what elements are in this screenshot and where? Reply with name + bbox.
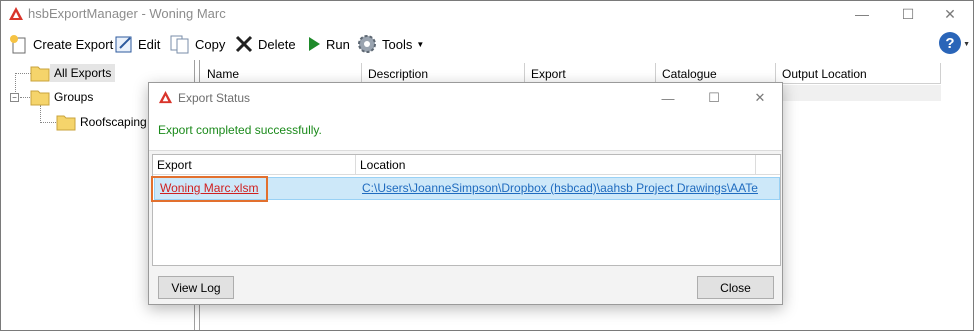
- main-window: hsbExportManager - Woning Marc — ☐ ✕ Cre…: [0, 0, 974, 331]
- delete-icon: [235, 35, 253, 53]
- edit-label: Edit: [138, 36, 161, 52]
- column-header-export[interactable]: Export: [525, 63, 656, 84]
- app-logo-icon: [9, 7, 23, 20]
- export-results-list: Export Location Woning Marc.xlsm C:\User…: [152, 154, 781, 266]
- tree-connector: [40, 105, 41, 123]
- tree-connector: [40, 122, 56, 123]
- copy-icon: [170, 35, 189, 54]
- run-label: Run: [326, 36, 350, 52]
- copy-label: Copy: [195, 36, 226, 52]
- export-status-dialog: Export Status — ☐ ✕ Export completed suc…: [148, 82, 783, 305]
- close-button[interactable]: Close: [697, 276, 774, 299]
- dialog-maximize-button[interactable]: ☐: [691, 83, 737, 113]
- close-window-button[interactable]: ✕: [927, 1, 973, 27]
- help-button[interactable]: ?: [939, 32, 961, 54]
- view-log-button[interactable]: View Log: [158, 276, 234, 299]
- dialog-footer: View Log Close: [149, 267, 782, 304]
- tree-connector: [15, 73, 31, 74]
- help-dropdown-icon[interactable]: ▼: [963, 41, 970, 48]
- toolbar: Create Export Edit Copy Delete Run Tools…: [1, 28, 973, 59]
- edit-icon: [115, 36, 132, 53]
- gear-icon: [358, 35, 376, 53]
- help-icon: ?: [945, 34, 955, 52]
- dialog-minimize-button[interactable]: —: [645, 83, 691, 113]
- status-message-area: Export completed successfully.: [149, 113, 782, 151]
- tools-label: Tools: [382, 36, 413, 52]
- column-header-catalogue[interactable]: Catalogue: [656, 63, 776, 84]
- column-header-description[interactable]: Description: [362, 63, 525, 84]
- highlight-box: [151, 176, 268, 202]
- minimize-button[interactable]: —: [839, 1, 885, 27]
- tree-item-label: All Exports: [50, 64, 116, 82]
- run-button[interactable]: Run: [306, 31, 350, 57]
- grid-header: Name Description Export Catalogue Output…: [201, 63, 941, 84]
- tree-item-roofscaping[interactable]: Roofscaping: [56, 112, 151, 132]
- copy-button[interactable]: Copy: [169, 31, 225, 57]
- location-link[interactable]: C:\Users\JoanneSimpson\Dropbox (hsbcad)\…: [362, 181, 780, 195]
- app-logo-icon: [158, 90, 173, 104]
- tree-item-all-exports[interactable]: All Exports: [30, 63, 116, 83]
- edit-button[interactable]: Edit: [114, 31, 160, 57]
- column-header-location[interactable]: Location: [356, 155, 756, 175]
- chevron-down-icon: ▼: [416, 39, 425, 49]
- column-header-name[interactable]: Name: [201, 63, 362, 84]
- delete-button[interactable]: Delete: [234, 31, 296, 57]
- create-export-label: Create Export: [33, 36, 114, 52]
- tree-item-label: Roofscaping: [80, 115, 147, 129]
- play-icon: [309, 37, 320, 51]
- folder-icon: [30, 90, 50, 106]
- delete-label: Delete: [258, 36, 296, 52]
- column-header-output-location[interactable]: Output Location: [776, 63, 941, 84]
- dialog-close-icon[interactable]: ✕: [737, 83, 783, 113]
- folder-icon: [30, 66, 50, 82]
- title-bar: hsbExportManager - Woning Marc — ☐ ✕: [1, 1, 973, 27]
- tools-menu-button[interactable]: Tools ▼: [356, 31, 424, 57]
- create-export-button[interactable]: Create Export: [9, 31, 113, 57]
- window-title: hsbExportManager - Woning Marc: [28, 6, 226, 21]
- folder-icon: [56, 115, 76, 131]
- dialog-title-bar: Export Status — ☐ ✕: [149, 83, 782, 113]
- list-header: Export Location: [153, 155, 780, 175]
- dialog-title: Export Status: [178, 91, 251, 105]
- success-message: Export completed successfully.: [158, 123, 322, 137]
- maximize-button[interactable]: ☐: [885, 1, 931, 27]
- column-header-export[interactable]: Export: [153, 155, 356, 175]
- new-document-icon: [10, 35, 26, 54]
- collapse-toggle-icon[interactable]: −: [10, 93, 19, 102]
- tree-item-groups[interactable]: Groups: [30, 87, 97, 107]
- tree-item-label: Groups: [54, 90, 94, 104]
